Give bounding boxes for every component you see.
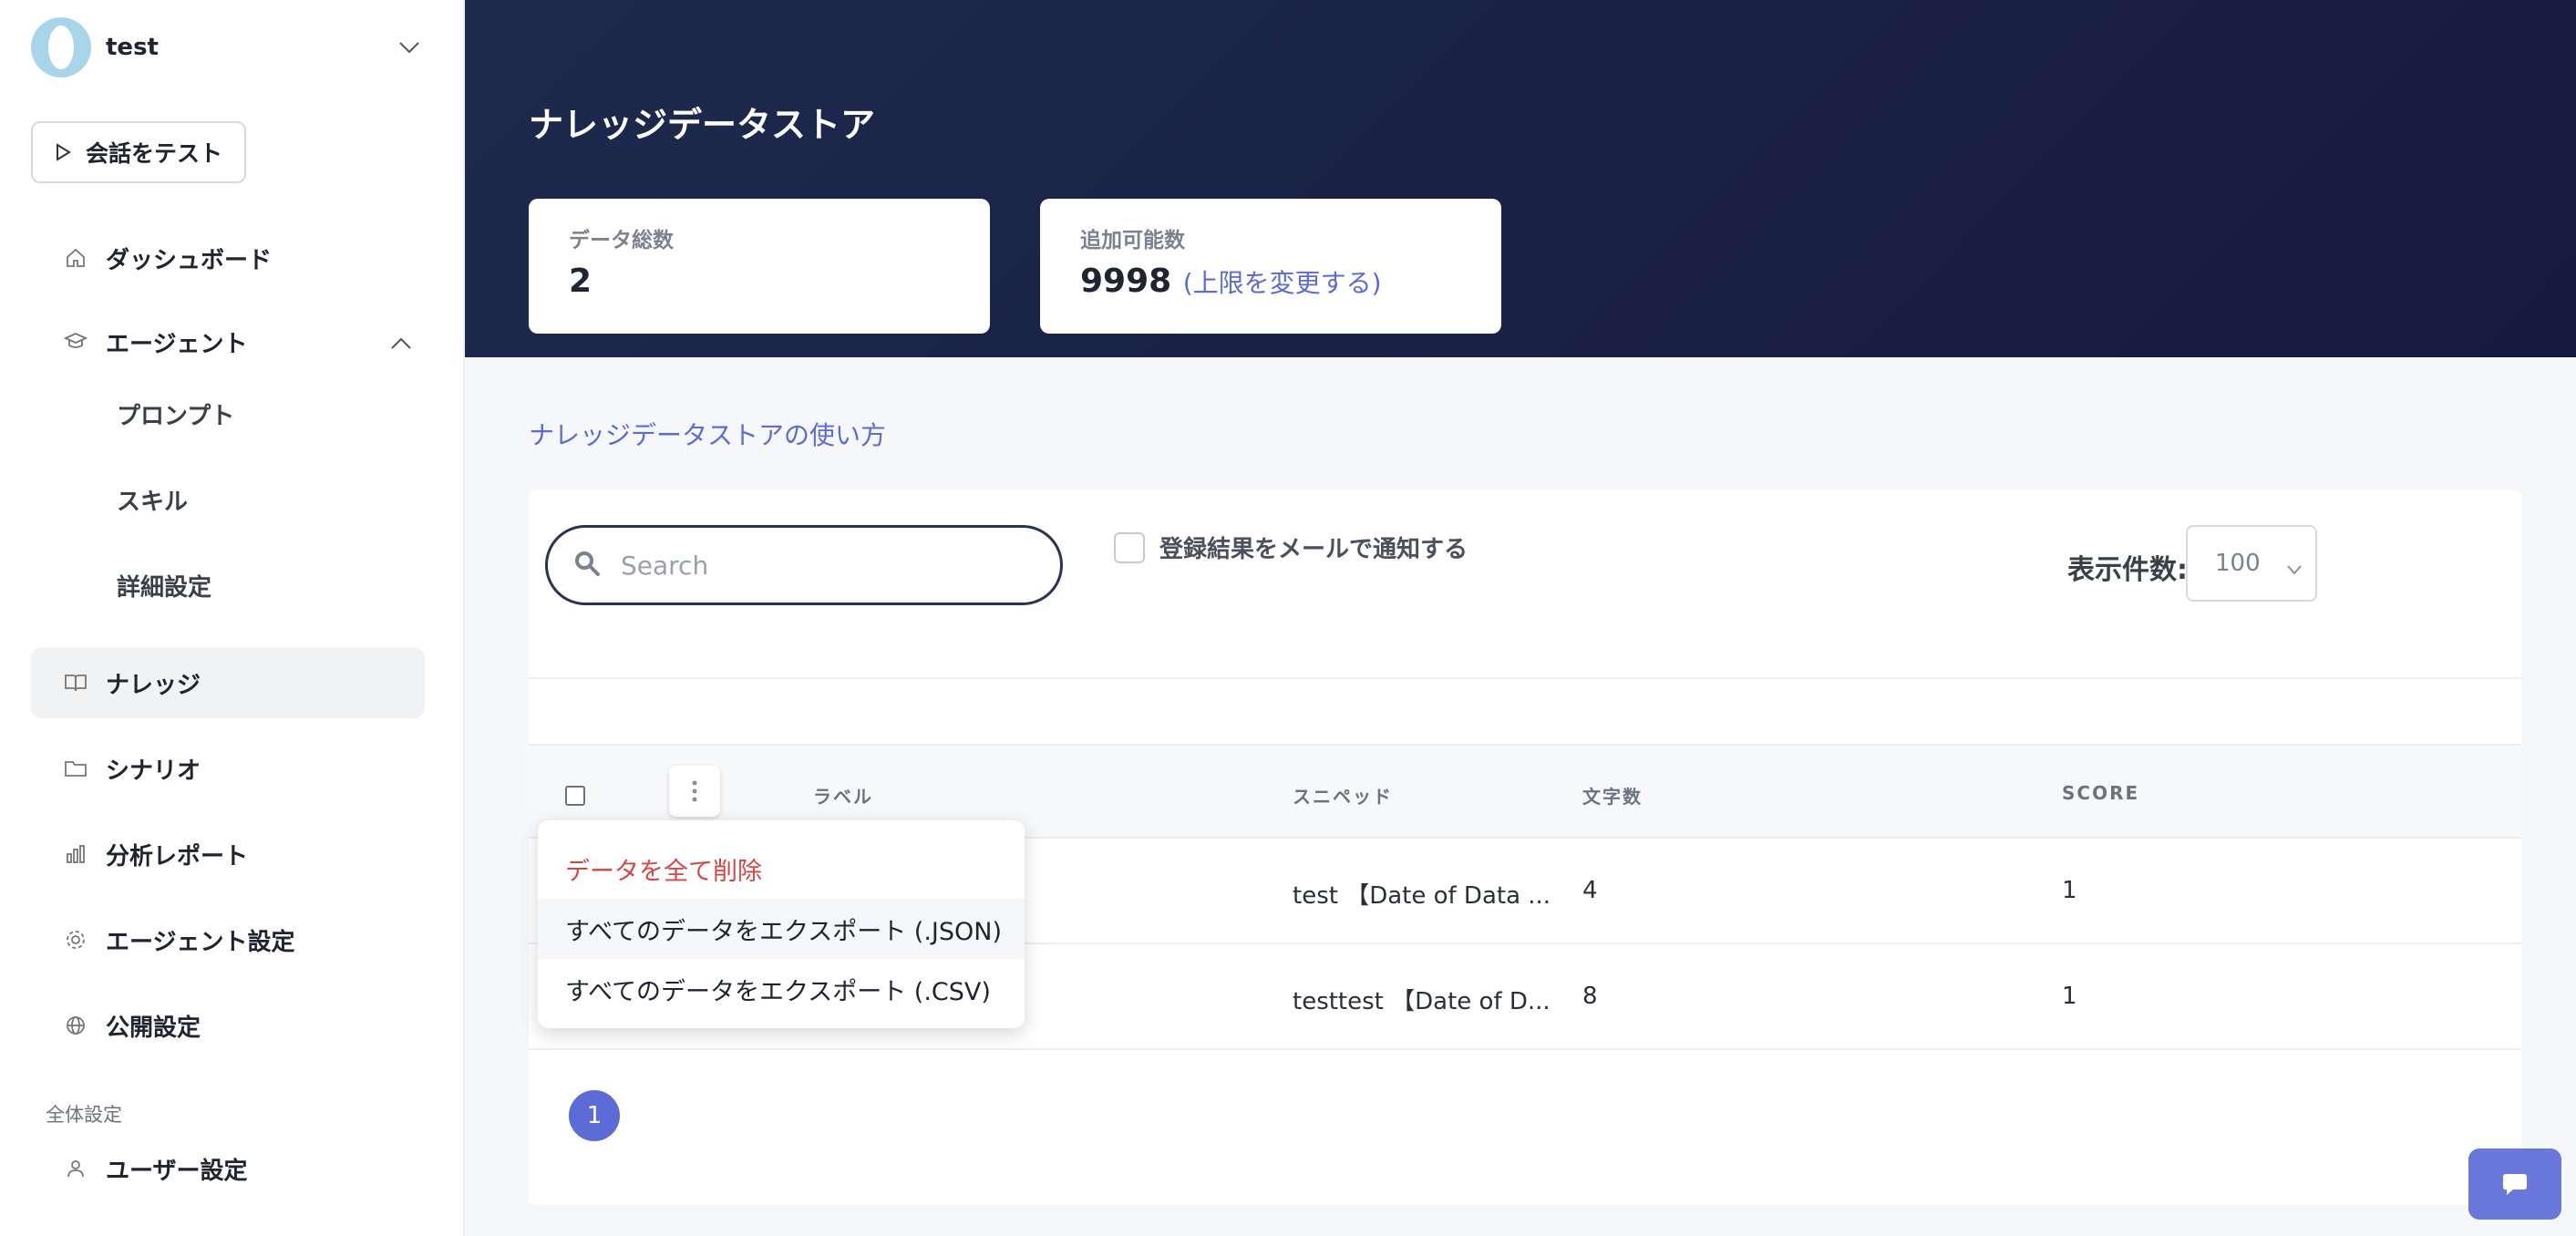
column-header-label[interactable]: ラベル [813,782,873,809]
cell-snippet: testtest 【Date of D... [1293,988,1551,1015]
stat-available-row: 9998 (上限を変更する) [1080,263,1461,300]
folder-icon [64,757,88,780]
play-icon [55,143,71,161]
stat-available-value: 9998 [1080,263,1172,300]
sidebar-item-label: ユーザー設定 [106,1157,248,1185]
page-header: ナレッジデータストア データ総数 2 追加可能数 9998 (上限を変更する) [465,0,2576,357]
search-box[interactable] [545,525,1063,605]
stat-total-value: 2 [569,263,592,300]
sidebar-item-label: ダッシュボード [106,246,273,274]
sidebar-item-dashboard[interactable]: ダッシュボード [31,222,425,294]
bulk-actions-menu-button[interactable] [669,766,720,817]
stat-available-label: 追加可能数 [1080,229,1185,252]
workspace-logo [31,17,91,77]
notify-email-option[interactable]: 登録結果をメールで通知する [1114,530,1468,564]
search-icon [573,550,601,581]
cell-score: 1 [2062,877,2077,904]
column-header-score[interactable]: SCORE [2062,782,2139,804]
column-header-snippet[interactable]: スニペッド [1293,782,1393,809]
menu-item-delete-all[interactable]: データを全て削除 [538,839,1025,899]
cell-chars: 8 [1582,983,1598,1010]
cell-score: 1 [2062,983,2077,1010]
globe-icon [64,1014,88,1037]
graduation-cap-icon [64,330,88,354]
pagination-page-1[interactable]: 1 [569,1090,620,1141]
chevron-down-icon [2286,554,2303,582]
stat-card-available: 追加可能数 9998 (上限を変更する) [1040,199,1501,334]
sidebar-subitem-advanced[interactable]: 詳細設定 [117,558,211,613]
menu-item-export-csv[interactable]: すべてのデータをエクスポート (.CSV) [538,959,1025,1019]
test-conversation-label: 会話をテスト [86,140,223,167]
sidebar-subitem-skill[interactable]: スキル [117,472,188,527]
workspace-switcher[interactable]: test [31,16,423,78]
notify-email-label: 登録結果をメールで通知する [1159,536,1468,563]
sidebar-item-report[interactable]: 分析レポート [31,819,425,890]
stat-card-total: データ総数 2 [529,199,990,334]
sidebar-item-label: 公開設定 [106,1014,201,1042]
sidebar-item-agent[interactable]: エージェント [31,306,425,377]
sidebar-item-label: エージェント設定 [106,928,295,956]
bar-chart-icon [64,842,88,866]
per-page-select[interactable]: 100 [2186,525,2317,602]
sidebar-item-scenario[interactable]: シナリオ [31,733,425,804]
cell-snippet: test 【Date of Data ... [1293,882,1551,910]
chat-bubble-icon [2503,1174,2527,1195]
notify-email-checkbox[interactable] [1114,531,1145,563]
howto-link[interactable]: ナレッジデータストアの使い方 [529,416,886,452]
chat-launcher-button[interactable] [2468,1148,2561,1220]
page-title: ナレッジデータストア [529,105,876,145]
sidebar-item-label: 分析レポート [106,842,249,870]
sidebar-item-knowledge[interactable]: ナレッジ [31,647,425,718]
column-header-chars[interactable]: 文字数 [1582,782,1643,809]
sidebar-item-user-settings[interactable]: ユーザー設定 [31,1133,425,1204]
user-icon [64,1157,88,1180]
menu-item-export-json[interactable]: すべてのデータをエクスポート (.JSON) [538,899,1025,959]
change-limit-link[interactable]: (上限を変更する) [1183,268,1382,298]
test-conversation-button[interactable]: 会話をテスト [31,121,246,183]
chevron-down-icon[interactable] [396,34,423,61]
divider [529,677,2521,679]
sidebar-subitem-prompt[interactable]: プロンプト [117,386,234,441]
search-input[interactable] [621,550,1022,581]
gear-icon [64,928,88,952]
sidebar-item-agent-settings[interactable]: エージェント設定 [31,904,425,975]
per-page-label: 表示件数: [2067,554,2188,586]
section-label-global-settings: 全体設定 [46,1104,122,1126]
sidebar: test 会話をテスト ダッシュボード エージェント プロンプト スキル 詳細設… [0,0,465,1236]
bulk-actions-dropdown: データを全て削除 すべてのデータをエクスポート (.JSON) すべてのデータを… [538,820,1025,1028]
sidebar-item-label: ナレッジ [106,671,201,699]
cell-chars: 4 [1582,877,1598,904]
select-all-checkbox[interactable] [565,786,585,806]
sidebar-item-label: エージェント [106,330,248,358]
sidebar-item-publish[interactable]: 公開設定 [31,990,425,1061]
workspace-name: test [106,34,159,61]
home-icon [64,246,88,270]
sidebar-item-label: シナリオ [106,757,201,785]
kebab-icon [692,780,697,802]
book-open-icon [64,671,88,695]
per-page-value: 100 [2215,550,2261,577]
chevron-up-icon[interactable] [390,329,412,356]
stat-total-label: データ総数 [569,229,674,252]
